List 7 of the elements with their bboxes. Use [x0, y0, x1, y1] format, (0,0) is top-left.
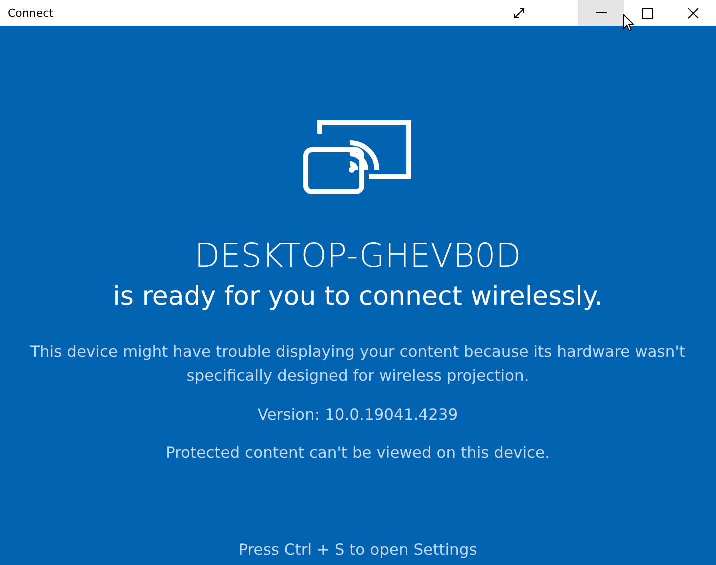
device-name: DESKTOP-GHEVB0D — [194, 236, 522, 276]
headline: is ready for you to connect wirelessly. — [113, 281, 603, 314]
window-title: Connect — [7, 6, 54, 20]
protected-content-note: Protected content can't be viewed on this device. — [166, 443, 550, 464]
settings-hint: Press Ctrl + S to open Settings — [238, 540, 478, 561]
version-text: Version: 10.0.19041.4239 — [258, 405, 458, 426]
warning-text: This device might have trouble displaying your content because its hardware wasn't specifically designed for wireless projection. — [30, 342, 686, 387]
